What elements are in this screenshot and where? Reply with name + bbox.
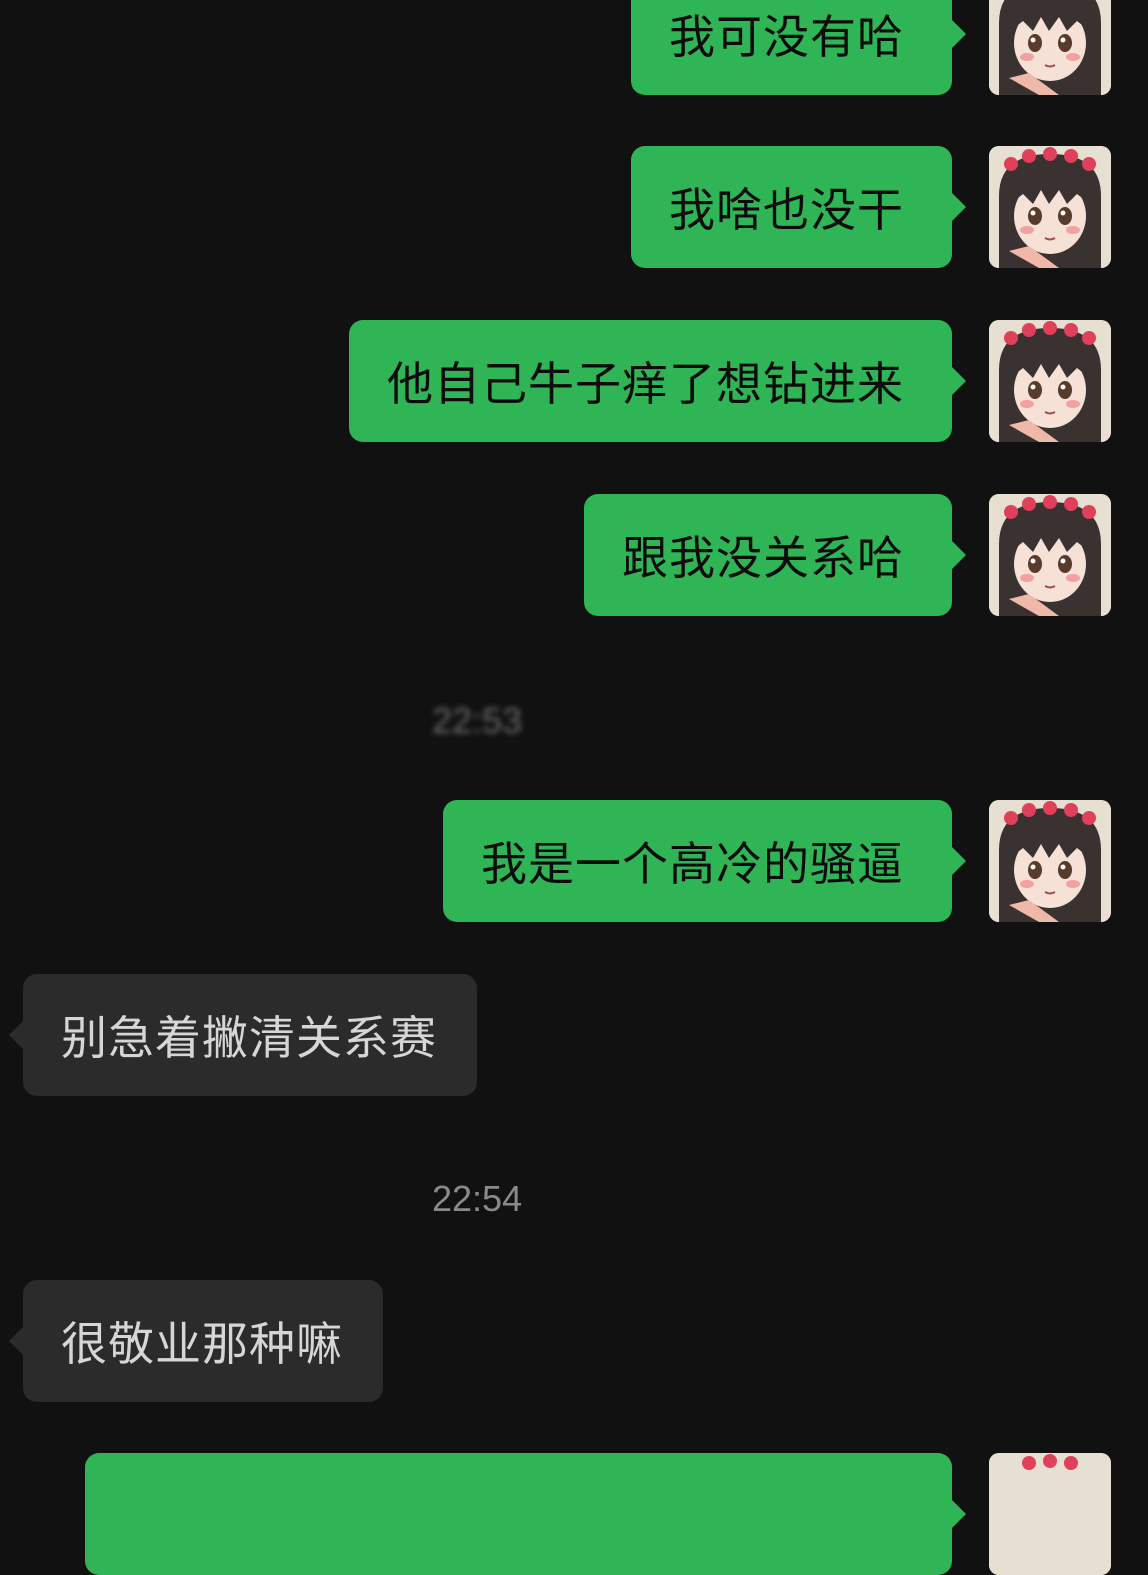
outgoing-message-bubble[interactable]: 他自己牛子痒了想钻进来 <box>349 320 966 442</box>
user-avatar[interactable] <box>989 800 1111 922</box>
anime-girl-avatar-icon <box>989 0 1111 95</box>
user-avatar[interactable] <box>989 494 1111 616</box>
message-text: 我可没有哈 <box>669 10 904 64</box>
anime-girl-avatar-icon <box>989 1453 1111 1575</box>
user-avatar[interactable] <box>989 0 1111 95</box>
outgoing-message-bubble[interactable]: 我可没有哈 <box>631 0 966 95</box>
message-text: 别急着撇清关系赛 <box>61 1011 437 1065</box>
outgoing-message-bubble-partial[interactable] <box>85 1453 966 1575</box>
message-text: 很敬业那种嘛 <box>61 1317 343 1371</box>
message-timestamp: 22:53 <box>432 700 523 741</box>
anime-girl-avatar-icon <box>989 146 1111 268</box>
outgoing-message-bubble[interactable]: 跟我没关系哈 <box>584 494 966 616</box>
anime-girl-avatar-icon <box>989 494 1111 616</box>
outgoing-message-bubble[interactable]: 我是一个高冷的骚逼 <box>443 800 966 922</box>
incoming-message-bubble[interactable]: 很敬业那种嘛 <box>9 1280 383 1402</box>
anime-girl-avatar-icon <box>989 320 1111 442</box>
user-avatar[interactable] <box>989 146 1111 268</box>
message-text: 我啥也没干 <box>669 183 904 237</box>
message-text: 他自己牛子痒了想钻进来 <box>387 357 904 411</box>
message-timestamp: 22:54 <box>432 1178 523 1219</box>
message-text: 我是一个高冷的骚逼 <box>481 837 904 891</box>
message-text: 跟我没关系哈 <box>622 531 904 585</box>
user-avatar[interactable] <box>989 320 1111 442</box>
anime-girl-avatar-icon <box>989 800 1111 922</box>
user-avatar[interactable] <box>989 1453 1111 1575</box>
outgoing-message-bubble[interactable]: 我啥也没干 <box>631 146 966 268</box>
incoming-message-bubble[interactable]: 别急着撇清关系赛 <box>9 974 477 1096</box>
